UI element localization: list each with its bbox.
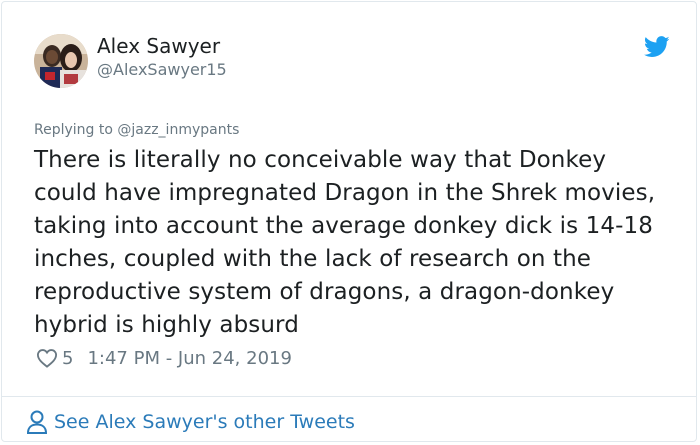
see-other-tweets-label: See Alex Sawyer's other Tweets xyxy=(54,411,355,433)
replying-to: Replying to @jazz_inmypants xyxy=(34,122,239,138)
author-name[interactable]: Alex Sawyer xyxy=(97,34,220,58)
tweet-card: Alex Sawyer @AlexSawyer15 Replying to @j… xyxy=(1,1,697,442)
avatar-photo xyxy=(34,34,88,88)
divider xyxy=(2,396,696,397)
see-other-tweets-link[interactable]: See Alex Sawyer's other Tweets xyxy=(26,408,355,436)
avatar[interactable] xyxy=(34,34,88,88)
tweet-meta: 5 1:47 PM - Jun 24, 2019 xyxy=(36,346,292,370)
replying-to-handle[interactable]: @jazz_inmypants xyxy=(117,122,239,138)
replying-to-label: Replying to xyxy=(34,122,113,138)
twitter-bird-icon[interactable] xyxy=(644,36,670,58)
tweet-text: There is literally no conceivable way th… xyxy=(34,147,656,338)
tweet-timestamp[interactable]: 1:47 PM - Jun 24, 2019 xyxy=(87,348,291,369)
author-handle[interactable]: @AlexSawyer15 xyxy=(97,60,227,79)
heart-icon[interactable] xyxy=(36,348,58,368)
like-count[interactable]: 5 xyxy=(62,348,73,369)
person-icon xyxy=(26,410,48,434)
